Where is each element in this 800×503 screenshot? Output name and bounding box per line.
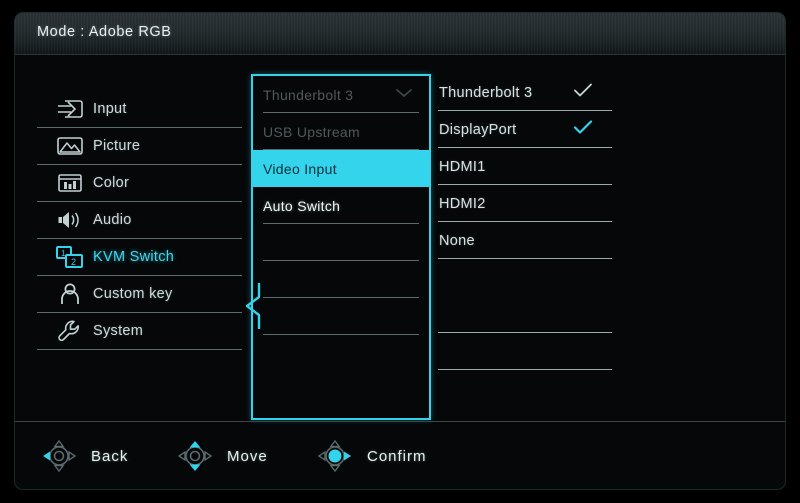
hint-label: Confirm	[367, 447, 427, 465]
sidebar-item-input[interactable]: Input	[37, 91, 242, 128]
right-row-hdmi1[interactable]: HDMI1	[435, 148, 615, 185]
picture-icon	[53, 134, 87, 158]
right-row-displayport[interactable]: DisplayPort	[435, 111, 615, 148]
osd-body: Input Picture Color Audio 1 2 KVM Switch…	[15, 55, 785, 421]
middle-row-video-input[interactable]: Video Input	[253, 150, 429, 187]
sidebar-item-audio[interactable]: Audio	[37, 202, 242, 239]
hint-label: Move	[227, 447, 268, 465]
middle-row-empty	[253, 261, 429, 298]
sidebar-item-custom-key[interactable]: Custom key	[37, 276, 242, 313]
sidebar: Input Picture Color Audio 1 2 KVM Switch…	[37, 91, 242, 350]
sidebar-item-label: Custom key	[93, 286, 173, 302]
svg-text:2: 2	[71, 257, 76, 267]
right-row-thunderbolt3[interactable]: Thunderbolt 3	[435, 74, 615, 111]
osd-footer: Back Move Confirm	[15, 421, 785, 489]
middle-row-label: USB Upstream	[263, 123, 360, 140]
right-row-label: None	[439, 232, 475, 249]
chevron-down-icon	[395, 86, 413, 104]
input-arrow-icon	[53, 97, 87, 121]
right-row-empty	[435, 296, 615, 333]
hint-label: Back	[91, 447, 129, 465]
sidebar-item-system[interactable]: System	[37, 313, 242, 350]
dpad-updown-icon	[173, 440, 217, 472]
sidebar-item-label: System	[93, 323, 144, 339]
page-title: Mode : Adobe RGB	[37, 24, 172, 40]
row-divider	[438, 369, 612, 370]
right-row-none[interactable]: None	[435, 222, 615, 259]
middle-row-label: Thunderbolt 3	[263, 86, 354, 103]
dpad-center-right-icon	[313, 439, 357, 473]
middle-row-label: Video Input	[263, 160, 337, 177]
right-row-hdmi2[interactable]: HDMI2	[435, 185, 615, 222]
sidebar-item-label: Picture	[93, 138, 141, 154]
middle-row-empty	[253, 224, 429, 261]
hint-back[interactable]: Back	[37, 439, 129, 473]
sidebar-item-kvm-switch[interactable]: 1 2 KVM Switch	[37, 239, 242, 276]
color-bars-icon	[53, 171, 87, 195]
middle-row-usb-upstream[interactable]: USB Upstream	[253, 113, 429, 150]
check-icon	[573, 82, 593, 103]
person-icon	[53, 282, 87, 306]
hint-move[interactable]: Move	[173, 440, 268, 472]
hint-confirm[interactable]: Confirm	[313, 439, 427, 473]
kvm-switch-icon: 1 2	[53, 245, 87, 269]
wrench-icon	[53, 319, 87, 343]
speaker-icon	[53, 208, 87, 232]
right-row-label: DisplayPort	[439, 121, 517, 138]
middle-row-auto-switch[interactable]: Auto Switch	[253, 187, 429, 224]
sidebar-item-label: Audio	[93, 212, 132, 228]
middle-options-panel: Thunderbolt 3 USB Upstream Video Input A…	[251, 74, 431, 420]
right-row-label: HDMI2	[439, 195, 486, 212]
middle-row-empty	[253, 335, 429, 372]
sidebar-item-label: Input	[93, 101, 127, 117]
dpad-left-icon	[37, 439, 81, 473]
right-row-label: HDMI1	[439, 158, 486, 175]
right-row-empty	[435, 333, 615, 370]
middle-row-thunderbolt3[interactable]: Thunderbolt 3	[253, 76, 429, 113]
right-options-panel: Thunderbolt 3 DisplayPort HDMI1 HDMI2 No…	[435, 74, 615, 370]
sidebar-item-label: KVM Switch	[93, 249, 175, 265]
sidebar-item-picture[interactable]: Picture	[37, 128, 242, 165]
sidebar-item-label: Color	[93, 175, 130, 191]
right-row-empty	[435, 259, 615, 296]
sidebar-item-color[interactable]: Color	[37, 165, 242, 202]
osd-header: Mode : Adobe RGB	[15, 13, 785, 55]
right-row-label: Thunderbolt 3	[439, 84, 533, 101]
middle-row-label: Auto Switch	[263, 197, 341, 214]
check-icon	[573, 119, 593, 140]
osd-panel: Mode : Adobe RGB Input Picture Color Aud…	[14, 12, 786, 490]
middle-row-empty	[253, 298, 429, 335]
